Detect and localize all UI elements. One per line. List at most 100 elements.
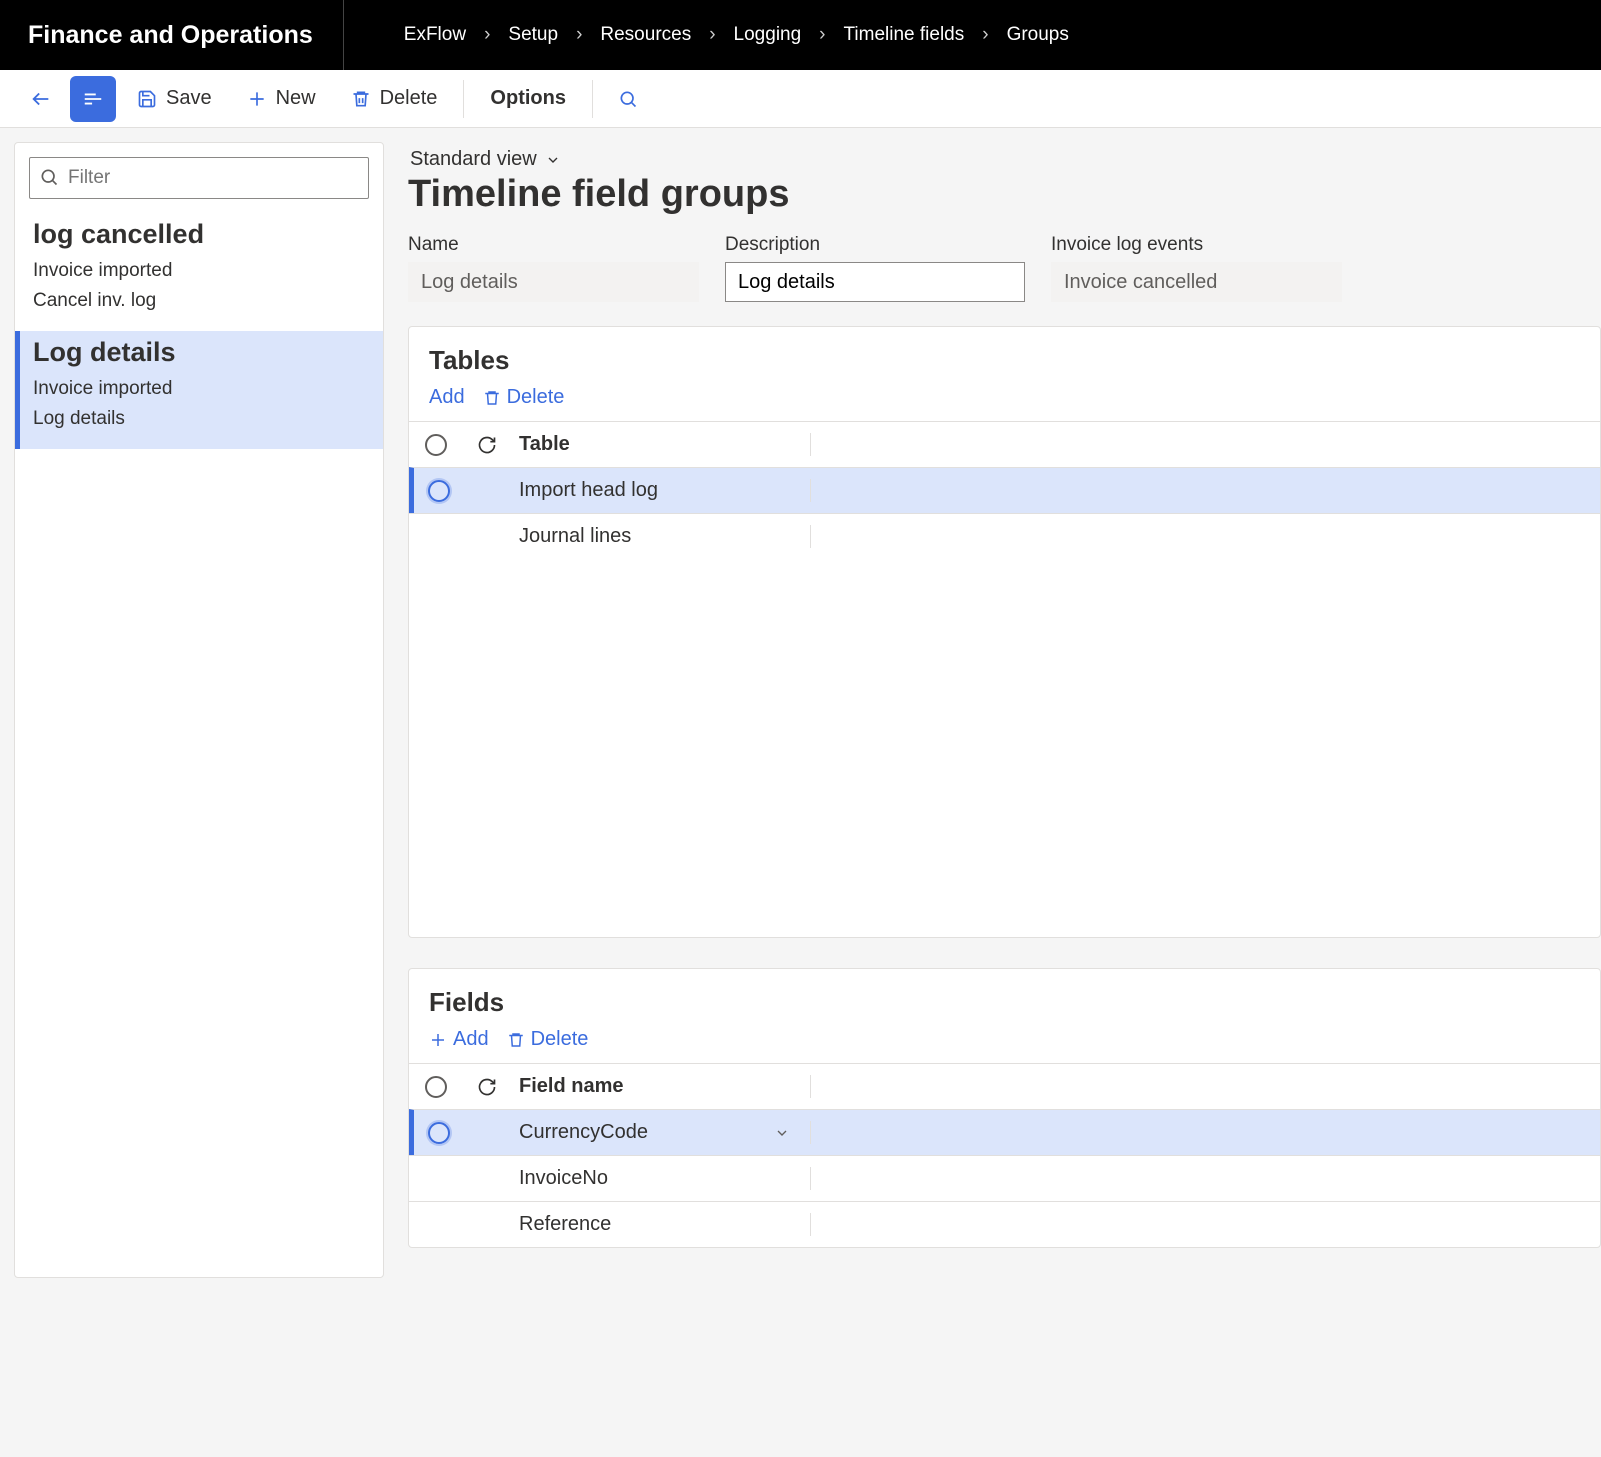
actionbar: Save New Delete Options [0, 70, 1601, 128]
new-label: New [276, 87, 316, 110]
grid-header: Table [409, 421, 1600, 467]
description-input[interactable] [725, 262, 1025, 302]
field-label: Invoice log events [1051, 234, 1342, 256]
search-icon [39, 167, 59, 187]
workspace: log cancelled Invoice imported Cancel in… [0, 128, 1601, 1278]
table-row[interactable]: InvoiceNo [409, 1155, 1600, 1201]
chevron-right-icon: › [709, 24, 715, 46]
chevron-right-icon: › [819, 24, 825, 46]
tables-grid: Table Import head log Journal lines [409, 421, 1600, 937]
divider [592, 80, 593, 118]
list-item-line: Log details [33, 404, 365, 434]
column-header[interactable]: Field name [511, 1075, 811, 1098]
list-item-line: Cancel inv. log [33, 286, 365, 316]
row-selector[interactable] [414, 1122, 463, 1144]
add-button[interactable]: Add [429, 1028, 489, 1051]
page-title: Timeline field groups [408, 173, 1601, 216]
cell-dropdown[interactable]: CurrencyCode [511, 1121, 811, 1144]
table-row[interactable]: CurrencyCode [409, 1109, 1600, 1155]
breadcrumb-item[interactable]: Setup [508, 24, 558, 46]
list-item-title: Log details [33, 337, 365, 368]
name-input[interactable] [408, 262, 699, 302]
table-row[interactable]: Journal lines [409, 513, 1600, 559]
field-label: Description [725, 234, 1025, 256]
breadcrumb: ExFlow › Setup › Resources › Logging › T… [344, 24, 1069, 46]
delete-label: Delete [507, 386, 565, 409]
refresh-column[interactable] [463, 1077, 511, 1097]
breadcrumb-item[interactable]: Logging [734, 24, 802, 46]
header-fields: Name Description Invoice log events [408, 234, 1601, 302]
breadcrumb-item[interactable]: Timeline fields [844, 24, 965, 46]
trash-icon [507, 1031, 525, 1049]
fields-grid: Field name CurrencyCode [409, 1063, 1600, 1247]
breadcrumb-item[interactable]: Resources [600, 24, 691, 46]
select-all[interactable] [409, 1076, 463, 1098]
save-button[interactable]: Save [122, 79, 226, 119]
delete-label: Delete [380, 87, 438, 110]
tables-card: Tables Add Delete [408, 326, 1601, 938]
events-input[interactable] [1051, 262, 1342, 302]
search-button[interactable] [605, 79, 651, 119]
chevron-right-icon: › [982, 24, 988, 46]
card-title: Tables [409, 345, 1600, 386]
trash-icon [350, 88, 372, 110]
delete-label: Delete [531, 1028, 589, 1051]
grid-header: Field name [409, 1063, 1600, 1109]
select-all[interactable] [409, 434, 463, 456]
table-row[interactable]: Reference [409, 1201, 1600, 1247]
field-events: Invoice log events [1051, 234, 1342, 302]
delete-button[interactable]: Delete [483, 386, 565, 409]
plus-icon [429, 1031, 447, 1049]
view-label: Standard view [410, 148, 537, 171]
new-button[interactable]: New [232, 79, 330, 119]
plus-icon [246, 88, 268, 110]
cell-value: InvoiceNo [511, 1167, 811, 1190]
field-description: Description [725, 234, 1025, 302]
row-selector[interactable] [414, 480, 463, 502]
list-item[interactable]: log cancelled Invoice imported Cancel in… [15, 213, 383, 331]
topbar: Finance and Operations ExFlow › Setup › … [0, 0, 1601, 70]
arrow-left-icon [30, 88, 52, 110]
list-item-title: log cancelled [33, 219, 365, 250]
field-name: Name [408, 234, 699, 302]
breadcrumb-item[interactable]: Groups [1007, 24, 1069, 46]
add-label: Add [429, 386, 465, 409]
back-button[interactable] [18, 79, 64, 119]
list-view-toggle[interactable] [70, 76, 116, 122]
chevron-right-icon: › [484, 24, 490, 46]
main-content: Standard view Timeline field groups Name… [402, 142, 1601, 1278]
list-item[interactable]: Log details Invoice imported Log details [15, 331, 383, 449]
cell-value: Import head log [511, 479, 811, 502]
list-item-line: Invoice imported [33, 374, 365, 404]
chevron-down-icon [545, 152, 561, 168]
filter-input[interactable] [29, 157, 369, 199]
trash-icon [483, 389, 501, 407]
add-button[interactable]: Add [429, 386, 465, 409]
list-item-line: Invoice imported [33, 256, 365, 286]
view-switcher[interactable]: Standard view [408, 148, 1601, 171]
save-icon [136, 88, 158, 110]
search-icon [617, 88, 639, 110]
options-label: Options [490, 87, 566, 110]
list-icon [82, 88, 104, 110]
options-button[interactable]: Options [476, 79, 580, 119]
table-row[interactable]: Import head log [409, 467, 1600, 513]
fields-card: Fields Add Delete [408, 968, 1601, 1248]
column-header[interactable]: Table [511, 433, 811, 456]
chevron-down-icon [774, 1125, 790, 1141]
save-label: Save [166, 87, 212, 110]
cell-value: Journal lines [511, 525, 811, 548]
delete-button[interactable]: Delete [336, 79, 452, 119]
cell-value: CurrencyCode [519, 1121, 648, 1144]
refresh-icon [477, 1077, 497, 1097]
refresh-icon [477, 435, 497, 455]
chevron-right-icon: › [576, 24, 582, 46]
cell-value: Reference [511, 1213, 811, 1236]
side-panel: log cancelled Invoice imported Cancel in… [14, 142, 384, 1278]
refresh-column[interactable] [463, 435, 511, 455]
card-title: Fields [409, 987, 1600, 1028]
add-label: Add [453, 1028, 489, 1051]
breadcrumb-item[interactable]: ExFlow [404, 24, 466, 46]
delete-button[interactable]: Delete [507, 1028, 589, 1051]
filter-box [29, 157, 369, 199]
